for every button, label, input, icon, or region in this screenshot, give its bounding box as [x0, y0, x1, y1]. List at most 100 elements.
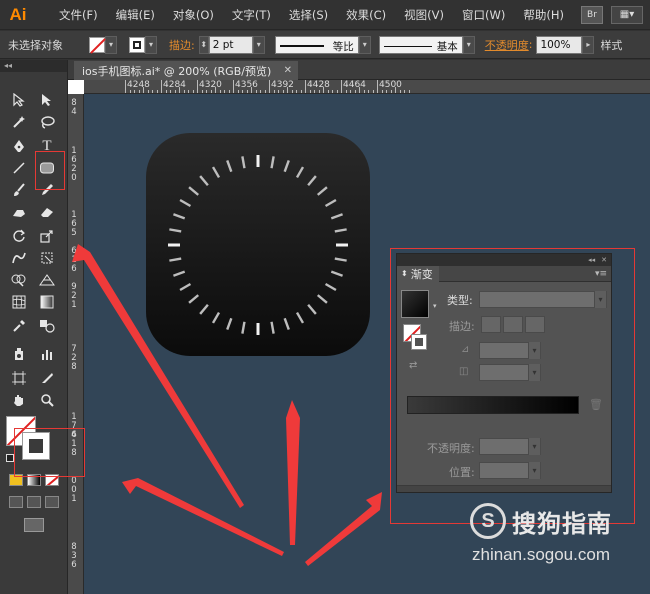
- menu-select[interactable]: 选择(S): [284, 7, 333, 23]
- ruler-minor-tick: [327, 90, 329, 93]
- ruler-origin[interactable]: [68, 80, 84, 94]
- selection-tool-icon[interactable]: [8, 90, 30, 110]
- menu-window[interactable]: 窗口(W): [457, 7, 510, 23]
- menu-edit[interactable]: 编辑(E): [111, 7, 160, 23]
- column-graph-tool-icon[interactable]: [36, 344, 58, 364]
- direct-selection-tool-icon[interactable]: [36, 90, 58, 110]
- document-tab[interactable]: ios手机图标.ai* @ 200% (RGB/预览) ✕: [74, 61, 298, 80]
- ruler-minor-tick: [143, 87, 144, 93]
- bridge-button[interactable]: Br: [580, 5, 603, 24]
- shape-builder-tool-icon[interactable]: [8, 270, 30, 290]
- symbol-sprayer-tool-icon[interactable]: [8, 344, 30, 364]
- ruler-minor-tick: [188, 90, 189, 93]
- menu-object[interactable]: 对象(O): [168, 7, 219, 23]
- pen-tool-icon[interactable]: [8, 136, 30, 156]
- menu-effect[interactable]: 效果(C): [341, 7, 391, 23]
- ruler-minor-tick: [296, 90, 297, 93]
- gradient-tool-icon[interactable]: [36, 292, 58, 312]
- stroke-weight-field[interactable]: 2 pt: [208, 35, 253, 54]
- tools-collapse-icon[interactable]: ◂◂: [0, 60, 67, 72]
- opacity-dropdown-icon[interactable]: ▸: [582, 35, 595, 54]
- ruler-minor-tick: [332, 90, 333, 93]
- rotate-tool-icon[interactable]: [8, 226, 30, 246]
- eraser-tool-icon[interactable]: [36, 202, 58, 222]
- ruler-label: 4428: [307, 80, 330, 90]
- zoom-tool-icon[interactable]: [36, 390, 58, 410]
- dial-tick: [307, 175, 317, 187]
- warp-tool-icon[interactable]: [8, 248, 30, 268]
- dial-tick: [188, 186, 200, 196]
- draw-normal-icon[interactable]: [9, 496, 23, 508]
- lasso-tool-icon[interactable]: [36, 112, 58, 132]
- ruler-minor-tick: [395, 87, 396, 93]
- menu-help[interactable]: 帮助(H): [518, 7, 569, 23]
- free-transform-tool-icon[interactable]: [36, 248, 58, 268]
- close-tab-icon[interactable]: ✕: [284, 65, 292, 76]
- variable-width-profile[interactable]: 等比: [274, 35, 359, 54]
- selection-status: 未选择对象: [8, 38, 63, 52]
- line-tool-icon[interactable]: [8, 158, 30, 178]
- brush-definition[interactable]: 基本: [378, 35, 463, 54]
- ruler-tick: [197, 80, 198, 93]
- hand-tool-icon[interactable]: [8, 390, 30, 410]
- default-colors-icon[interactable]: [6, 454, 14, 462]
- dial-tick: [226, 317, 233, 330]
- ruler-label: 4356: [235, 80, 258, 90]
- screen-mode-icon[interactable]: [24, 518, 44, 532]
- perspective-grid-tool-icon[interactable]: [36, 270, 58, 290]
- stroke-stepper-icon[interactable]: ⬍: [198, 35, 209, 54]
- annotation-box-gradient-swatch: [14, 428, 85, 477]
- profile-dropdown-icon[interactable]: ▾: [358, 35, 371, 54]
- dial-ticks: [168, 155, 348, 335]
- mesh-tool-icon[interactable]: [8, 292, 30, 312]
- stroke-label[interactable]: 描边:: [169, 37, 195, 53]
- style-label[interactable]: 样式: [600, 37, 622, 53]
- ruler-digit: 5: [71, 228, 77, 238]
- dial-tick: [330, 270, 343, 277]
- opacity-label[interactable]: 不透明度: [485, 37, 529, 53]
- stroke-swatch[interactable]: [129, 36, 145, 53]
- draw-inside-icon[interactable]: [45, 496, 59, 508]
- ruler-minor-tick: [399, 90, 401, 93]
- paintbrush-tool-icon[interactable]: [8, 180, 30, 200]
- ruler-minor-tick: [278, 90, 279, 93]
- eyedropper-tool-icon[interactable]: [8, 316, 30, 336]
- dial-tick: [241, 156, 246, 169]
- fill-dropdown-icon[interactable]: ▾: [105, 35, 117, 54]
- draw-behind-icon[interactable]: [27, 496, 41, 508]
- blob-brush-tool-icon[interactable]: [8, 202, 30, 222]
- ruler-minor-tick: [192, 90, 194, 93]
- workspace-switcher-button[interactable]: ▦▾: [610, 5, 643, 24]
- dial-tick: [169, 228, 182, 233]
- magic-wand-tool-icon[interactable]: [8, 112, 30, 132]
- menu-file[interactable]: 文件(F): [54, 7, 103, 23]
- ios-icon-artwork[interactable]: [146, 133, 370, 356]
- ruler-minor-tick: [210, 90, 212, 93]
- artboard-tool-icon[interactable]: [8, 368, 30, 388]
- ruler-minor-tick: [359, 87, 360, 93]
- scale-tool-icon[interactable]: [36, 226, 58, 246]
- stroke-dropdown-icon[interactable]: ▾: [145, 35, 157, 54]
- ruler-label: 4392: [271, 80, 294, 90]
- ruler-minor-tick: [170, 90, 171, 93]
- ruler-minor-tick: [287, 87, 288, 93]
- horizontal-ruler[interactable]: 4248 4284 4320 4356 4392 4428 4464 4500: [68, 80, 650, 94]
- fill-swatch[interactable]: [89, 36, 105, 53]
- sogou-logo: S: [470, 503, 506, 539]
- ruler-minor-tick: [183, 90, 185, 93]
- menu-type[interactable]: 文字(T): [227, 7, 276, 23]
- vertical-ruler[interactable]: 841620165616921728176418001836: [68, 94, 84, 594]
- ruler-minor-tick: [228, 90, 230, 93]
- menu-view[interactable]: 视图(V): [399, 7, 449, 23]
- dial-tick: [199, 303, 209, 315]
- ruler-digit: 1: [71, 300, 77, 310]
- opacity-field[interactable]: 100%: [536, 35, 583, 54]
- stroke-weight-dropdown-icon[interactable]: ▾: [252, 35, 265, 54]
- ruler-minor-tick: [345, 90, 347, 93]
- ruler-minor-tick: [282, 90, 284, 93]
- blend-tool-icon[interactable]: [36, 316, 58, 336]
- ruler-tick: [377, 80, 378, 93]
- ruler-minor-tick: [179, 87, 180, 93]
- brush-dropdown-icon[interactable]: ▾: [462, 35, 475, 54]
- slice-tool-icon[interactable]: [36, 368, 58, 388]
